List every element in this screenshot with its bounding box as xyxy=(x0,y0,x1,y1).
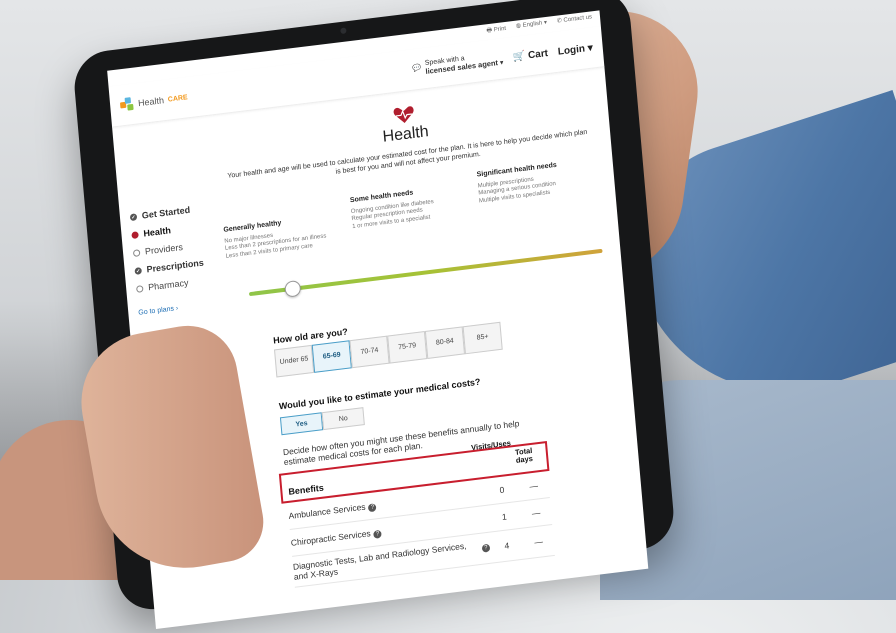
help-icon[interactable]: ? xyxy=(373,529,383,539)
logo-accent: CARE xyxy=(167,93,188,104)
chat-icon: 💬 xyxy=(412,64,422,73)
level-some-needs[interactable]: Some health needs Ongoing condition like… xyxy=(350,182,476,245)
days-value: — xyxy=(533,536,544,548)
go-to-plans-link[interactable]: Go to plans › xyxy=(138,299,230,317)
empty-step-icon xyxy=(135,284,144,293)
estimate-yes-button[interactable]: Yes xyxy=(279,412,324,436)
visits-input[interactable]: 0 xyxy=(485,483,520,497)
heart-pulse-icon xyxy=(392,105,415,126)
sidebar-item-label: Get Started xyxy=(141,204,191,221)
days-value: — xyxy=(531,507,541,519)
cart-icon: 🛒 xyxy=(512,50,526,63)
visits-input[interactable]: 4 xyxy=(490,539,525,553)
age-option-under-65[interactable]: Under 65 xyxy=(274,344,315,378)
print-label: Print xyxy=(493,25,507,34)
age-option-70-74[interactable]: 70-74 xyxy=(349,335,390,369)
slider-handle[interactable] xyxy=(284,279,302,298)
age-option-80-84[interactable]: 80-84 xyxy=(424,326,466,359)
check-icon: ✓ xyxy=(134,266,142,275)
sidebar-item-label: Health xyxy=(143,225,172,239)
agent-contact[interactable]: 💬 Speak with a licensed sales agent ▾ xyxy=(412,50,504,78)
visits-input[interactable]: 1 xyxy=(487,510,522,524)
cart-button[interactable]: 🛒 Cart xyxy=(513,47,549,62)
estimate-no-button[interactable]: No xyxy=(321,407,365,431)
cart-label: Cart xyxy=(527,47,549,61)
age-option-85-plus[interactable]: 85+ xyxy=(462,321,503,355)
level-generally-healthy[interactable]: Generally healthy No major illnesses Les… xyxy=(222,198,348,261)
login-label: Login xyxy=(557,42,586,58)
level-significant-needs[interactable]: Significant health needs Multiple prescr… xyxy=(476,157,603,230)
language-label: English xyxy=(522,20,543,29)
print-link[interactable]: 🖶 Print xyxy=(486,24,507,40)
health-main: Health Your health and age will be used … xyxy=(213,67,646,592)
days-column-header: Total days xyxy=(514,445,534,465)
camera-icon xyxy=(340,27,347,35)
logo-icon xyxy=(119,97,135,113)
sidebar-item-label: Providers xyxy=(144,241,184,257)
contact-label: Contact us xyxy=(563,14,593,24)
sidebar-item-label: Pharmacy xyxy=(147,277,189,293)
check-icon: ✓ xyxy=(129,212,138,221)
days-value: — xyxy=(529,480,539,492)
current-step-icon xyxy=(131,230,139,239)
age-option-75-79[interactable]: 75-79 xyxy=(387,331,428,364)
benefit-name: Ambulance Services xyxy=(288,501,366,521)
login-button[interactable]: Login ▾ xyxy=(557,42,593,57)
age-option-65-69[interactable]: 65-69 xyxy=(311,340,352,373)
site-logo[interactable]: Health CARE xyxy=(119,90,189,113)
help-icon[interactable]: ? xyxy=(368,502,377,512)
health-level-slider[interactable] xyxy=(248,248,603,298)
benefit-name: Chiropractic Services xyxy=(290,527,372,548)
empty-step-icon xyxy=(132,248,141,257)
logo-text: Health xyxy=(137,95,165,109)
